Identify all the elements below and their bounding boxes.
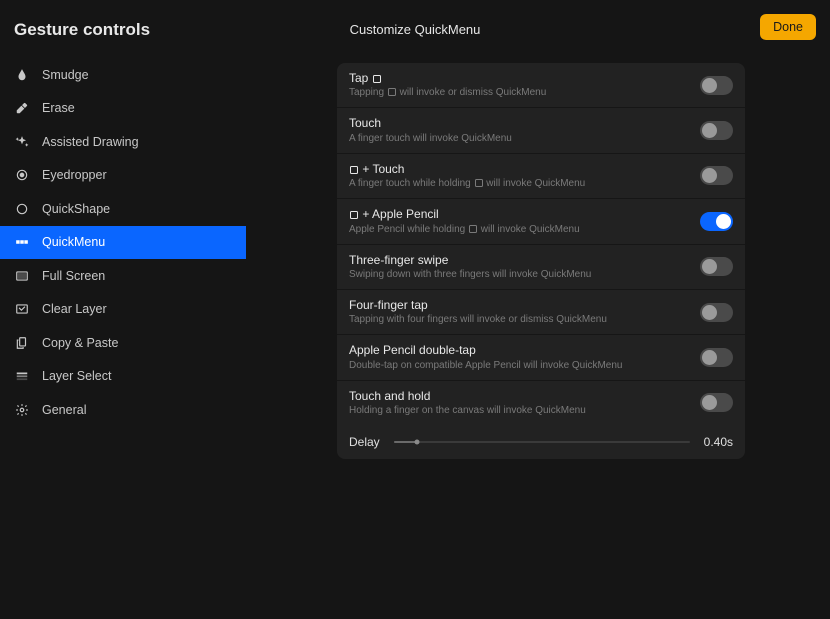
panel-row-subtitle: A finger touch will invoke QuickMenu — [349, 133, 690, 145]
sidebar-item-label: Erase — [42, 101, 75, 115]
toggle[interactable] — [700, 348, 733, 367]
sidebar-item-label: Assisted Drawing — [42, 135, 139, 149]
panel-row-title: + Apple Pencil — [349, 207, 690, 221]
square-icon — [373, 75, 381, 83]
panel-row-title: Three-finger swipe — [349, 253, 690, 267]
panel-row-subtitle: Apple Pencil while holding will invoke Q… — [349, 224, 690, 236]
toggle[interactable] — [700, 212, 733, 231]
toggle[interactable] — [700, 257, 733, 276]
panel-row: + Apple Pencil Apple Pencil while holding… — [337, 199, 745, 244]
quickshape-icon — [14, 201, 30, 217]
sidebar-item-label: Copy & Paste — [42, 336, 118, 350]
toggle[interactable] — [700, 393, 733, 412]
delay-value: 0.40s — [704, 435, 733, 449]
sidebar-item-fullscreen[interactable]: Full Screen — [0, 259, 246, 293]
panel-row-title: Tap — [349, 71, 690, 85]
panel-row-subtitle: Tapping will invoke or dismiss QuickMenu — [349, 87, 690, 99]
toggle[interactable] — [700, 166, 733, 185]
copypaste-icon — [14, 335, 30, 351]
sidebar-item-label: QuickMenu — [42, 235, 105, 249]
panel-row-text: + Touch A finger touch while holding will… — [349, 162, 700, 190]
layerselect-icon — [14, 368, 30, 384]
sidebar-item-label: QuickShape — [42, 202, 110, 216]
sidebar-item-smudge[interactable]: Smudge — [0, 58, 246, 92]
sidebar-title: Gesture controls — [0, 16, 246, 58]
sidebar-item-clear-layer[interactable]: Clear Layer — [0, 293, 246, 327]
delay-slider[interactable] — [394, 441, 690, 443]
panel-row: Four-finger tap Tapping with four fingers… — [337, 290, 745, 335]
panel-row: Touch and hold Holding a finger on the ca… — [337, 381, 745, 425]
panel-row-text: + Apple Pencil Apple Pencil while holding… — [349, 207, 700, 235]
assisted-icon — [14, 134, 30, 150]
sidebar-item-label: Layer Select — [42, 369, 111, 383]
panel-row-title: Four-finger tap — [349, 298, 690, 312]
panel-row-subtitle: Tapping with four fingers will invoke or… — [349, 314, 690, 326]
panel-row: Three-finger swipe Swiping down with thre… — [337, 245, 745, 290]
sidebar-item-label: Full Screen — [42, 269, 105, 283]
square-icon — [388, 88, 396, 96]
toggle[interactable] — [700, 121, 733, 140]
delay-slider-thumb — [415, 440, 420, 445]
sidebar-item-eyedropper[interactable]: Eyedropper — [0, 159, 246, 193]
toggle[interactable] — [700, 303, 733, 322]
panel-row: Tap Tapping will invoke or dismiss Quick… — [337, 63, 745, 108]
panel-row: + Touch A finger touch while holding will… — [337, 154, 745, 199]
panel-row-title: Apple Pencil double-tap — [349, 343, 690, 357]
sidebar-item-label: Clear Layer — [42, 302, 107, 316]
panel-row-subtitle: A finger touch while holding will invoke… — [349, 178, 690, 190]
smudge-icon — [14, 67, 30, 83]
settings-panel: Tap Tapping will invoke or dismiss Quick… — [337, 63, 745, 459]
fullscreen-icon — [14, 268, 30, 284]
delay-slider-fill — [394, 441, 418, 443]
eyedropper-icon — [14, 167, 30, 183]
panel-row-text: Touch A finger touch will invoke QuickMen… — [349, 116, 700, 144]
sidebar-item-quickshape[interactable]: QuickShape — [0, 192, 246, 226]
panel-row-title: Touch and hold — [349, 389, 690, 403]
panel-row-subtitle: Double-tap on compatible Apple Pencil wi… — [349, 360, 690, 372]
delay-row: Delay 0.40s — [337, 425, 745, 459]
sidebar: Gesture controls Smudge Erase Assisted Dra… — [0, 0, 246, 619]
panel-row-subtitle: Swiping down with three fingers will inv… — [349, 269, 690, 281]
panel-row: Apple Pencil double-tap Double-tap on com… — [337, 335, 745, 380]
square-icon — [350, 211, 358, 219]
sidebar-item-general[interactable]: General — [0, 393, 246, 427]
toggle[interactable] — [700, 76, 733, 95]
gear-icon — [14, 402, 30, 418]
panel-row: Touch A finger touch will invoke QuickMen… — [337, 108, 745, 153]
sidebar-item-label: Smudge — [42, 68, 89, 82]
panel-row-title: Touch — [349, 116, 690, 130]
panel-row-subtitle: Holding a finger on the canvas will invo… — [349, 405, 690, 417]
sidebar-item-label: Eyedropper — [42, 168, 107, 182]
sidebar-item-layer-select[interactable]: Layer Select — [0, 360, 246, 394]
clearlayer-icon — [14, 301, 30, 317]
sidebar-item-assisted-drawing[interactable]: Assisted Drawing — [0, 125, 246, 159]
panel-row-text: Apple Pencil double-tap Double-tap on com… — [349, 343, 700, 371]
sidebar-item-erase[interactable]: Erase — [0, 92, 246, 126]
sidebar-item-copy-paste[interactable]: Copy & Paste — [0, 326, 246, 360]
sidebar-item-label: General — [42, 403, 86, 417]
square-icon — [350, 166, 358, 174]
panel-row-text: Four-finger tap Tapping with four fingers… — [349, 298, 700, 326]
panel-row-text: Three-finger swipe Swiping down with thre… — [349, 253, 700, 281]
square-icon — [469, 225, 477, 233]
panel-row-text: Tap Tapping will invoke or dismiss Quick… — [349, 71, 700, 99]
erase-icon — [14, 100, 30, 116]
sidebar-item-quickmenu[interactable]: QuickMenu — [0, 226, 246, 260]
quickmenu-icon — [14, 234, 30, 250]
done-button[interactable]: Done — [760, 14, 816, 40]
panel-row-title: + Touch — [349, 162, 690, 176]
delay-label: Delay — [349, 435, 380, 449]
square-icon — [475, 179, 483, 187]
panel-row-text: Touch and hold Holding a finger on the ca… — [349, 389, 700, 417]
